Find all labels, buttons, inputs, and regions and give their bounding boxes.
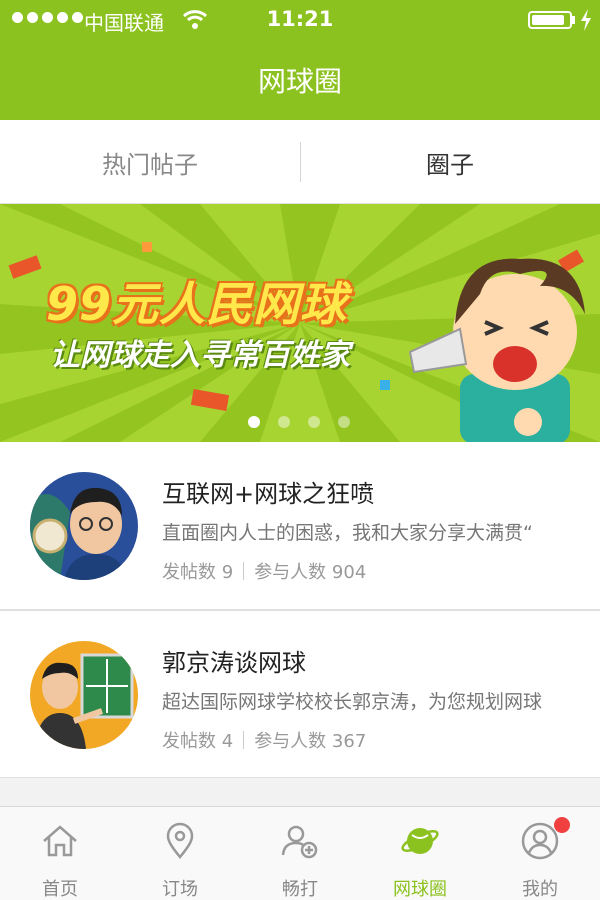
- list-item[interactable]: 互联网+网球之狂喷 直面圈内人士的困惑，我和大家分享大满贯“ 发帖数 9 参与人…: [0, 442, 600, 610]
- pager-dot-4[interactable]: [338, 416, 350, 428]
- promo-banner[interactable]: 99元人民网球 让网球走入寻常百姓家: [0, 204, 600, 442]
- circle-name: 郭京涛谈网球: [162, 649, 306, 677]
- circle-list: 互联网+网球之狂喷 直面圈内人士的困惑，我和大家分享大满贯“ 发帖数 9 参与人…: [0, 442, 600, 778]
- tabbar-item-tennis-circle[interactable]: 网球圈: [360, 807, 480, 900]
- avatar: [30, 472, 138, 580]
- pager-dot-3[interactable]: [308, 416, 320, 428]
- tabbar-item-me[interactable]: 我的: [480, 807, 600, 900]
- avatar: [30, 641, 138, 749]
- tabbar-label: 订场: [162, 879, 198, 900]
- battery-tip: [572, 16, 575, 24]
- status-bar: 中国联通 11:21: [0, 0, 600, 40]
- status-time: 11:21: [266, 7, 334, 31]
- post-count: 发帖数 9: [162, 562, 234, 583]
- tabbar-label: 畅打: [282, 879, 318, 900]
- pager-dot-1[interactable]: [248, 416, 260, 428]
- bottom-tab-bar: 首页 订场 畅打 网球圈 我的: [0, 806, 600, 900]
- member-count: 参与人数 367: [254, 731, 367, 752]
- stats-divider: [243, 731, 245, 749]
- segment-tabs: 热门帖子 圈子: [0, 120, 600, 204]
- tabbar-item-booking[interactable]: 订场: [120, 807, 240, 900]
- tabbar-label: 首页: [42, 879, 78, 900]
- tabbar-label: 我的: [522, 879, 558, 900]
- page-title: 网球圈: [257, 65, 342, 98]
- pager-dot-2[interactable]: [278, 416, 290, 428]
- circle-description: 直面圈内人士的困惑，我和大家分享大满贯“: [162, 522, 533, 544]
- tabbar-item-home[interactable]: 首页: [0, 807, 120, 900]
- app-header: 中国联通 11:21 网球圈: [0, 0, 600, 120]
- circle-name: 互联网+网球之狂喷: [162, 480, 375, 508]
- tabbar-item-play[interactable]: 畅打: [240, 807, 360, 900]
- home-icon: [43, 825, 77, 857]
- banner-subline: 让网球走入寻常百姓家: [50, 338, 350, 373]
- banner-headline: 99元人民网球: [46, 277, 348, 331]
- member-count: 参与人数 904: [254, 562, 367, 583]
- circle-stats: 发帖数 4 参与人数 367: [162, 727, 366, 753]
- tab-circles[interactable]: 圈子: [300, 120, 600, 204]
- location-pin-icon: [166, 822, 194, 859]
- charging-bolt-icon: [581, 9, 591, 31]
- circle-stats: 发帖数 9 参与人数 904: [162, 558, 366, 584]
- planet-icon: [401, 828, 439, 854]
- stats-divider: [243, 562, 245, 580]
- circle-description: 超达国际网球学校校长郭京涛，为您规划网球: [162, 691, 543, 713]
- post-count: 发帖数 4: [162, 731, 234, 752]
- notification-badge: [554, 817, 570, 833]
- tabbar-label: 网球圈: [393, 879, 447, 900]
- add-friend-icon: [281, 825, 318, 859]
- battery-icon: [528, 11, 572, 29]
- tab-hot-posts[interactable]: 热门帖子: [0, 120, 300, 204]
- list-item[interactable]: 郭京涛谈网球 超达国际网球学校校长郭京涛，为您规划网球 发帖数 4 参与人数 3…: [0, 610, 600, 778]
- banner-pager[interactable]: [248, 416, 350, 428]
